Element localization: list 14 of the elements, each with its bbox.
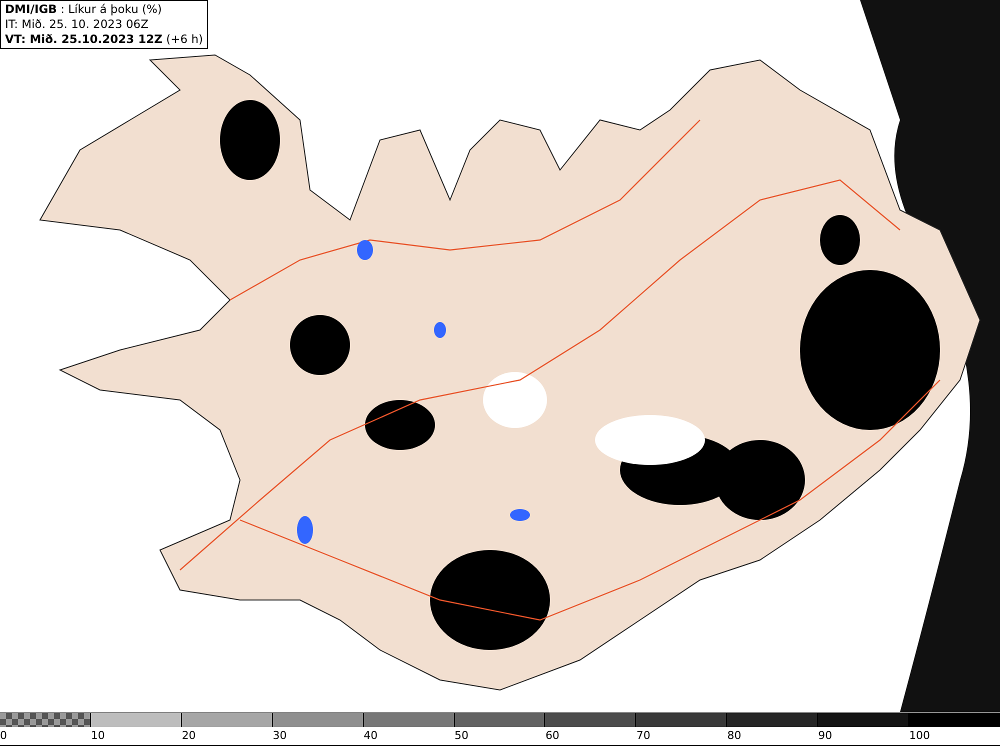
legend-label: 100 — [909, 728, 930, 744]
legend-label: 30 — [272, 728, 287, 744]
legend-label: 70 — [636, 728, 650, 744]
legend-label: 90 — [818, 728, 832, 744]
legend-label: 50 — [454, 728, 469, 744]
issued-time: IT: Mið. 25. 10. 2023 06Z — [5, 17, 150, 32]
map-title: DMI/IGB : Líkur á þoku (%) — [5, 2, 163, 17]
legend-label: 80 — [727, 728, 742, 744]
legend-label: 40 — [364, 728, 378, 744]
legend-label: 10 — [90, 728, 105, 744]
legend-label: 0 — [0, 728, 7, 744]
legend-label: 20 — [182, 728, 196, 744]
valid-time: VT: Mið. 25.10.2023 12Z (+6 h) — [5, 32, 204, 47]
legend-label: 60 — [545, 728, 560, 744]
